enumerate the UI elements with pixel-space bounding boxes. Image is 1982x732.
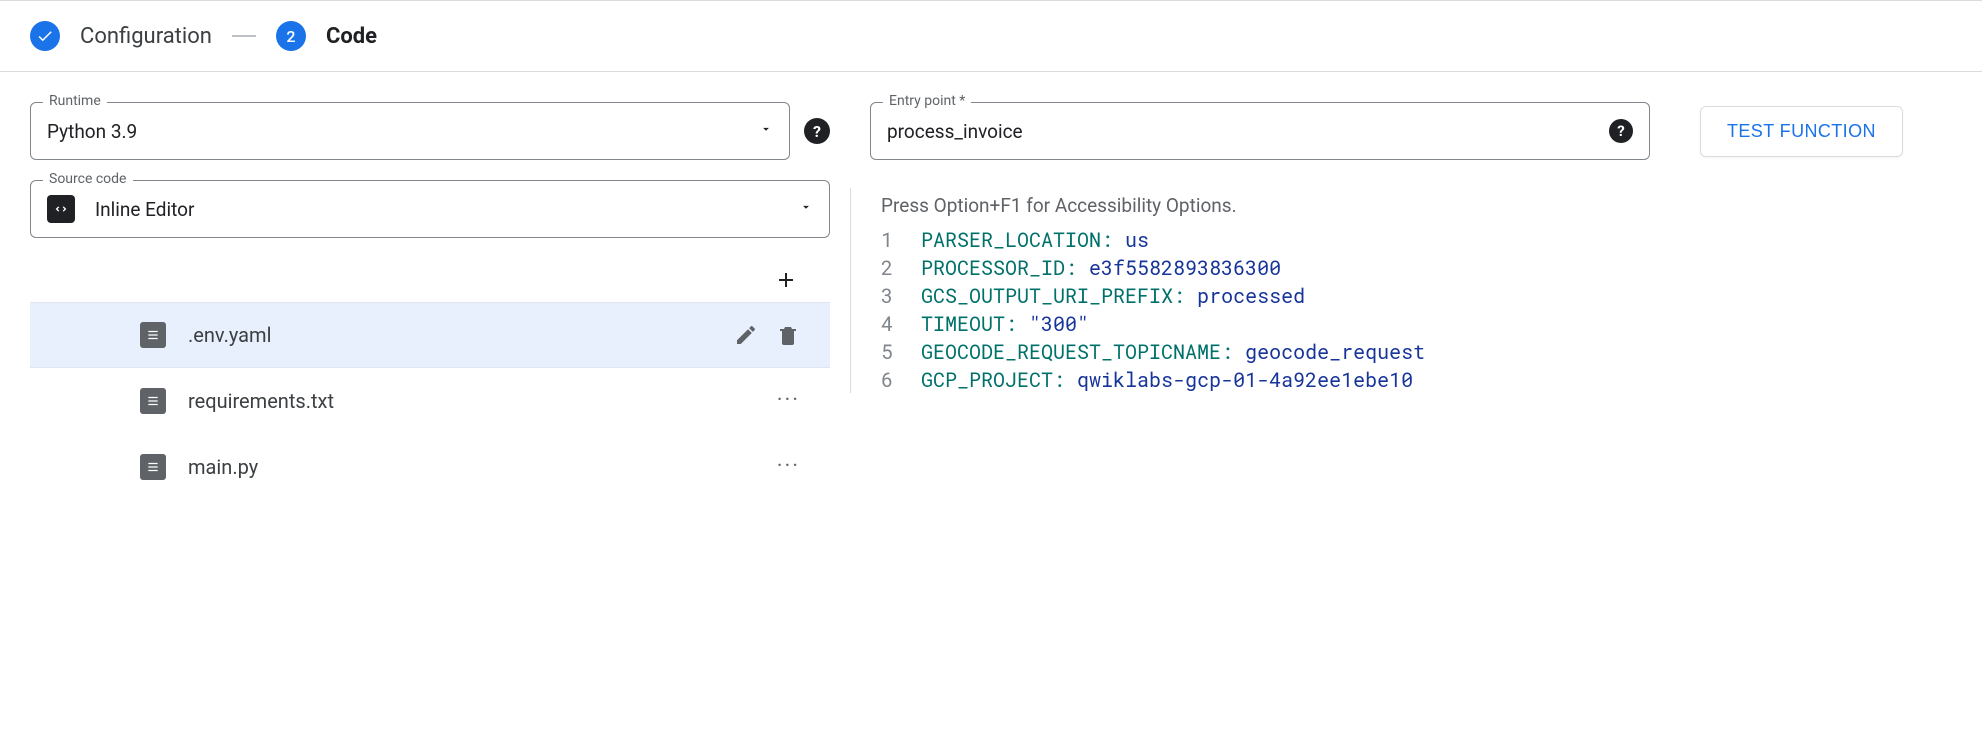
entry-point-input[interactable]: Entry point * process_invoice ? xyxy=(870,102,1650,160)
more-icon[interactable]: ··· xyxy=(777,390,800,412)
runtime-label: Runtime xyxy=(43,93,107,109)
step-configuration-label[interactable]: Configuration xyxy=(80,24,212,49)
file-icon xyxy=(140,322,166,348)
a11y-hint: Press Option+F1 for Accessibility Option… xyxy=(851,188,1952,225)
file-icon xyxy=(140,454,166,480)
file-name: .env.yaml xyxy=(188,323,712,347)
source-code-value: Inline Editor xyxy=(95,198,799,221)
file-icon xyxy=(140,388,166,414)
more-icon[interactable]: ··· xyxy=(777,456,800,478)
add-file-button[interactable] xyxy=(772,266,800,294)
step-code-label[interactable]: Code xyxy=(326,24,377,49)
code-lines[interactable]: PARSER_LOCATION: us PROCESSOR_ID: e3f558… xyxy=(921,225,1425,393)
file-item-requirements[interactable]: requirements.txt ··· xyxy=(30,368,830,434)
file-list: .env.yaml requirements.txt ··· xyxy=(30,302,830,500)
file-item-main-py[interactable]: main.py ··· xyxy=(30,434,830,500)
step-separator xyxy=(232,35,256,37)
runtime-select[interactable]: Runtime Python 3.9 xyxy=(30,102,790,160)
runtime-help-icon[interactable]: ? xyxy=(804,118,830,144)
dropdown-icon xyxy=(799,200,813,218)
dropdown-icon xyxy=(759,122,773,140)
test-function-button[interactable]: TEST FUNCTION xyxy=(1700,106,1903,157)
source-code-label: Source code xyxy=(43,171,133,187)
stepper: Configuration 2 Code xyxy=(0,1,1982,72)
step-number-badge: 2 xyxy=(276,21,306,51)
line-gutter: 1 2 3 4 5 6 xyxy=(851,225,921,393)
delete-icon[interactable] xyxy=(776,323,800,347)
file-name: main.py xyxy=(188,455,755,479)
source-code-select[interactable]: Source code Inline Editor xyxy=(30,180,830,238)
runtime-value: Python 3.9 xyxy=(47,120,759,143)
rename-icon[interactable] xyxy=(734,323,758,347)
entry-point-help-icon[interactable]: ? xyxy=(1609,119,1633,143)
inline-editor-icon xyxy=(47,195,75,223)
file-name: requirements.txt xyxy=(188,389,755,413)
code-editor[interactable]: 1 2 3 4 5 6 PARSER_LOCATION: us PROCESSO… xyxy=(851,225,1952,393)
file-item-env-yaml[interactable]: .env.yaml xyxy=(30,302,830,368)
step-done-icon xyxy=(30,21,60,51)
entry-point-label: Entry point * xyxy=(883,93,971,109)
entry-point-value: process_invoice xyxy=(887,120,1597,143)
